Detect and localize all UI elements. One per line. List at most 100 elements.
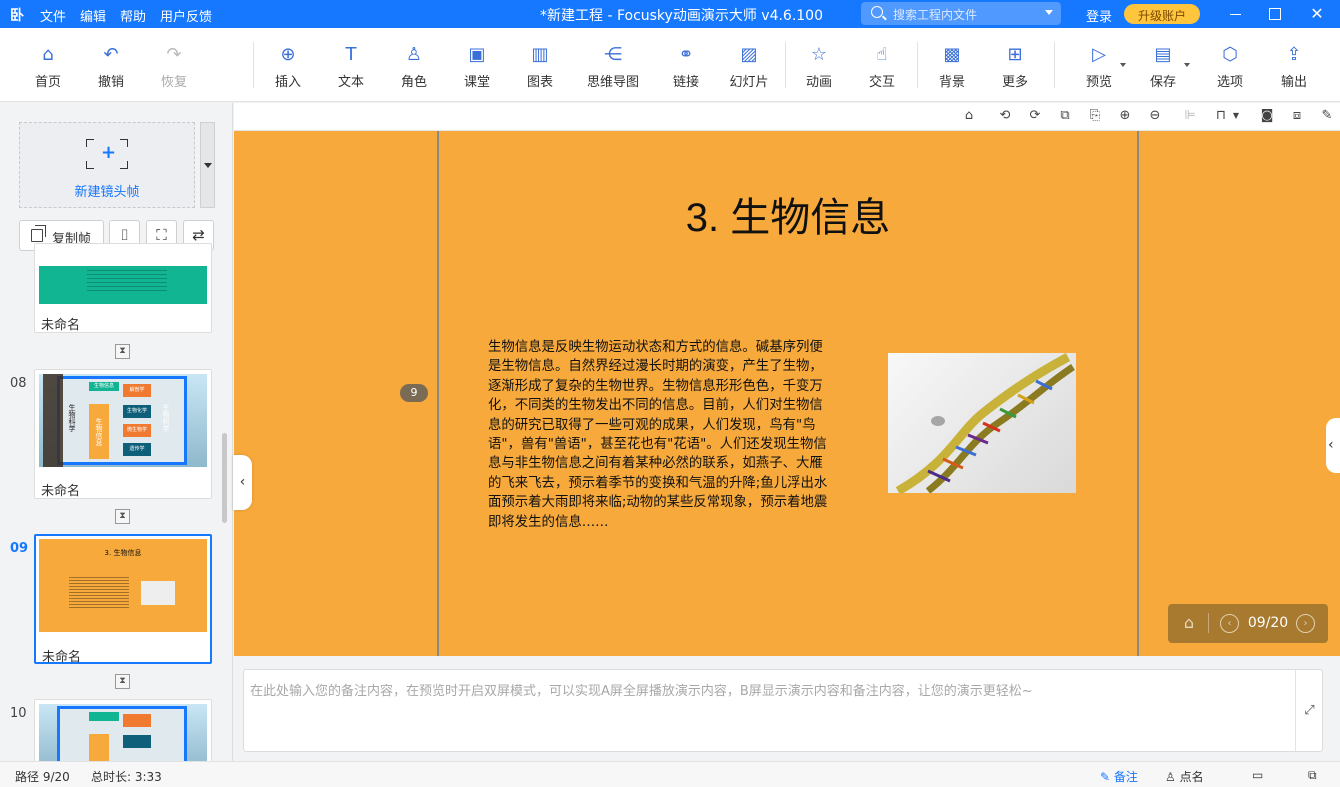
new-frame-label: 新建镜头帧 <box>74 185 140 200</box>
home-button[interactable]: ⌂ 首页 <box>18 44 78 90</box>
upgrade-button[interactable]: 升级账户 <box>1124 4 1200 24</box>
swap-icon: ⇄ <box>192 226 205 244</box>
slide-title[interactable]: 3. 生物信息 <box>438 185 1138 243</box>
new-frame-button[interactable]: + 新建镜头帧 <box>19 122 195 208</box>
rotate-left-icon[interactable]: ⟲ <box>997 108 1013 124</box>
dna-helix-image[interactable] <box>888 353 1076 495</box>
frame-name[interactable]: 未命名 <box>41 480 80 499</box>
animation-button[interactable]: ☆ 动画 <box>789 44 849 90</box>
note-edit-icon: ✎ <box>1100 770 1111 784</box>
step-number-badge[interactable]: 9 <box>400 384 428 402</box>
next-icon[interactable]: › <box>1296 614 1315 633</box>
collapse-panel-button[interactable]: ‹ <box>233 455 252 510</box>
canvas-stage[interactable]: 3. 生物信息 生物信息是反映生物运动状态和方式的信息。碱基序列便是生物信息。自… <box>234 131 1340 656</box>
frame-thumbnail-selected[interactable]: 3. 生物信息 未命名 <box>34 534 212 665</box>
menu-file[interactable]: 文件 <box>40 6 66 25</box>
board-icon: ▣ <box>468 44 486 65</box>
edit-icon[interactable]: ✎ <box>1319 108 1335 124</box>
rollcall-toggle[interactable]: ♙ 点名 <box>1165 768 1204 785</box>
slide-button[interactable]: ▨ 幻灯片 <box>719 44 779 90</box>
frame-thumbnail[interactable]: 生物信息 生物信息 解剖学 生物化学 微生物学 遗传学 生物科学 生物科学 未命… <box>34 369 212 499</box>
options-button[interactable]: ⬡ 选项 <box>1200 44 1260 90</box>
camera-icon[interactable]: ◙ <box>1259 108 1275 124</box>
thumb-image <box>39 704 207 761</box>
save-button[interactable]: ▤ 保存 <box>1133 44 1193 90</box>
previous-icon[interactable]: ‹ <box>1220 614 1239 633</box>
search-input[interactable]: 搜索工程内文件 <box>861 2 1061 25</box>
login-link[interactable]: 登录 <box>1086 6 1112 25</box>
background-icon: ▩ <box>943 44 961 65</box>
add-frame-icon: + <box>86 139 128 169</box>
window-title: *新建工程 - Focusky动画演示大师 v4.6.100 <box>540 8 824 24</box>
background-button[interactable]: ▩ 背景 <box>922 44 982 90</box>
frame-thumbnail[interactable] <box>34 699 212 761</box>
new-frame-dropdown[interactable] <box>200 122 215 208</box>
capture-icon[interactable]: ⧈ <box>1289 108 1305 124</box>
frame-name[interactable]: 未命名 <box>42 646 81 665</box>
align-icon[interactable]: ⊫ <box>1182 108 1198 124</box>
paste-icon[interactable]: ⎘ <box>1087 108 1103 124</box>
interaction-button[interactable]: ☝ 交互 <box>852 44 912 90</box>
more-button[interactable]: ⊞ 更多 <box>985 44 1045 90</box>
close-icon[interactable]: ✕ <box>1305 4 1329 24</box>
lock-icon[interactable]: ⊓ <box>1213 108 1229 124</box>
home-icon[interactable]: ⌂ <box>1178 612 1200 634</box>
minimize-icon[interactable] <box>1224 4 1248 24</box>
copy-icon[interactable]: ⧉ <box>1057 108 1073 124</box>
chevron-down-icon[interactable] <box>1120 63 1126 67</box>
preview-button[interactable]: ▷ 预览 <box>1069 44 1129 90</box>
frame-list-scrollbar[interactable] <box>222 433 227 523</box>
chevron-down-icon[interactable]: ▼ <box>1228 108 1244 124</box>
frame-thumbnail[interactable]: 未命名 <box>34 243 212 333</box>
zoom-in-icon[interactable]: ⊕ <box>1117 108 1133 124</box>
status-bar: 路径 9/20 总时长: 3:33 ✎ 备注 ♙ 点名 ▭ ⧉ <box>0 761 1340 787</box>
expand-icon[interactable]: ⤢ <box>1295 670 1323 751</box>
mindmap-button[interactable]: ⋲ 思维导图 <box>583 44 643 90</box>
menu-edit[interactable]: 编辑 <box>80 6 106 25</box>
expand-right-panel-button[interactable]: ‹ <box>1326 418 1340 473</box>
slide-navigator: ⌂ ‹ 09/20 › <box>1168 604 1328 643</box>
plus-circle-icon: ⊕ <box>280 44 296 65</box>
frame-name[interactable]: 未命名 <box>41 314 80 333</box>
total-duration: 总时长: 3:33 <box>91 770 162 784</box>
slide-body-text[interactable]: 生物信息是反映生物运动状态和方式的信息。碱基序列便是生物信息。自然界经过漫长时期… <box>488 338 828 532</box>
star-icon: ☆ <box>810 44 828 65</box>
undo-button[interactable]: ↶ 撤销 <box>81 44 141 90</box>
classroom-button[interactable]: ▣ 课堂 <box>447 44 507 90</box>
notes-input[interactable]: 在此处输入您的备注内容，在预览时开启双屏模式，可以实现A屏全屏播放演示内容，B屏… <box>243 669 1323 752</box>
app-logo: 卧 <box>10 8 24 24</box>
window-layout-icon[interactable]: ⧉ <box>1308 768 1317 783</box>
transition-icon[interactable]: ⧗ <box>115 509 130 524</box>
export-button[interactable]: ⇪ 输出 <box>1264 44 1324 90</box>
transition-icon[interactable]: ⧗ <box>115 674 130 689</box>
link-button[interactable]: ⚭ 链接 <box>656 44 716 90</box>
thumb-image <box>39 266 207 304</box>
zoom-out-icon[interactable]: ⊖ <box>1147 108 1163 124</box>
image-icon: ▨ <box>740 44 758 65</box>
chart-button[interactable]: ▥ 图表 <box>510 44 570 90</box>
chevron-down-icon[interactable] <box>1184 63 1190 67</box>
chevron-left-icon: ‹ <box>239 474 246 490</box>
redo-button[interactable]: ↷ 恢复 <box>144 44 204 90</box>
insert-button[interactable]: ⊕ 插入 <box>258 44 318 90</box>
grid-icon: ⊞ <box>1007 44 1023 65</box>
mindmap-icon: ⋲ <box>604 44 622 65</box>
transition-icon[interactable]: ⧗ <box>115 344 130 359</box>
role-button[interactable]: ♙ 角色 <box>384 44 444 90</box>
chevron-left-icon: ‹ <box>1328 437 1334 453</box>
chevron-down-icon[interactable] <box>1045 10 1053 15</box>
text-button[interactable]: T 文本 <box>321 44 381 90</box>
menu-help[interactable]: 帮助 <box>120 6 146 25</box>
text-icon: T <box>345 44 357 65</box>
toolbar-divider <box>1054 42 1055 88</box>
notes-panel: 在此处输入您的备注内容，在预览时开启双屏模式，可以实现A屏全屏播放演示内容，B屏… <box>234 656 1340 761</box>
maximize-icon[interactable] <box>1262 4 1286 24</box>
rotate-right-icon[interactable]: ⟳ <box>1027 108 1043 124</box>
menu-feedback[interactable]: 用户反馈 <box>160 6 212 25</box>
toolbar-divider <box>917 42 918 88</box>
bar-chart-icon: ▥ <box>531 44 549 65</box>
screen-icon[interactable]: ▭ <box>1252 768 1263 782</box>
notes-toggle[interactable]: ✎ 备注 <box>1100 768 1138 785</box>
home-view-icon[interactable]: ⌂ <box>961 108 977 124</box>
export-icon: ⇪ <box>1286 44 1302 65</box>
